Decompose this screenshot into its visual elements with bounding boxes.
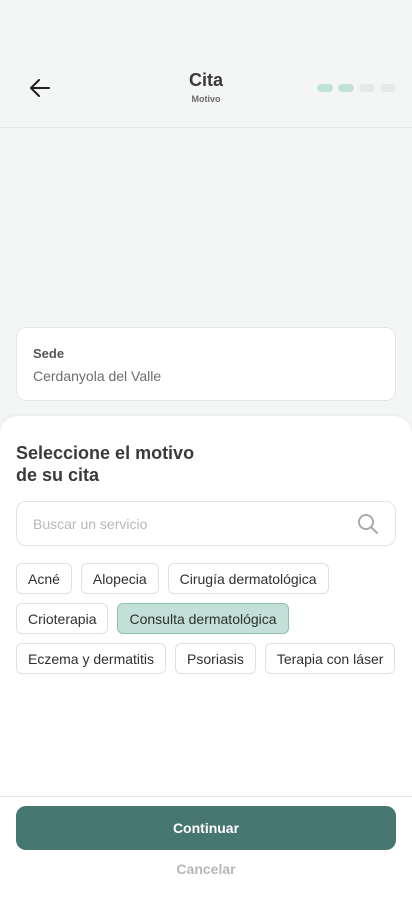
service-chip-cirugia-dermatologica[interactable]: Cirugía dermatológica [167,563,329,594]
service-chip-psoriasis[interactable]: Psoriasis [175,643,256,674]
progress-step-4 [380,84,396,92]
continue-button[interactable]: Continuar [16,806,396,850]
service-chip-crioterapia[interactable]: Crioterapia [16,603,109,634]
service-chip-alopecia[interactable]: Alopecia [80,563,159,594]
cancel-button[interactable]: Cancelar [0,861,412,877]
action-footer: Continuar Cancelar [0,796,412,917]
progress-step-2 [338,84,354,92]
step-progress [317,84,396,92]
sede-card[interactable]: Sede Cerdanyola del Valle [16,327,396,401]
progress-step-3 [359,84,375,92]
sheet-title-line-2: de su cita [16,465,100,485]
service-chip-eczema-dermatitis[interactable]: Eczema y dermatitis [16,643,167,674]
search-input[interactable] [33,502,353,545]
service-chip-acne[interactable]: Acné [16,563,72,594]
progress-step-1 [317,84,333,92]
service-chip-list: Acné Alopecia Cirugía dermatológica Crio… [16,563,400,674]
service-chip-consulta-dermatologica[interactable]: Consulta dermatológica [117,603,289,634]
page-subtitle: Motivo [191,94,221,104]
search-box[interactable] [16,501,396,546]
app-header: Cita Motivo [0,0,412,128]
service-chip-terapia-laser[interactable]: Terapia con láser [264,643,396,674]
sede-value: Cerdanyola del Valle [33,368,162,384]
sede-label: Sede [33,346,65,361]
sheet-title-line-1: Seleccione el motivo [16,443,195,463]
search-icon[interactable] [357,513,379,535]
sheet-title: Seleccione el motivo de su cita [16,442,276,486]
